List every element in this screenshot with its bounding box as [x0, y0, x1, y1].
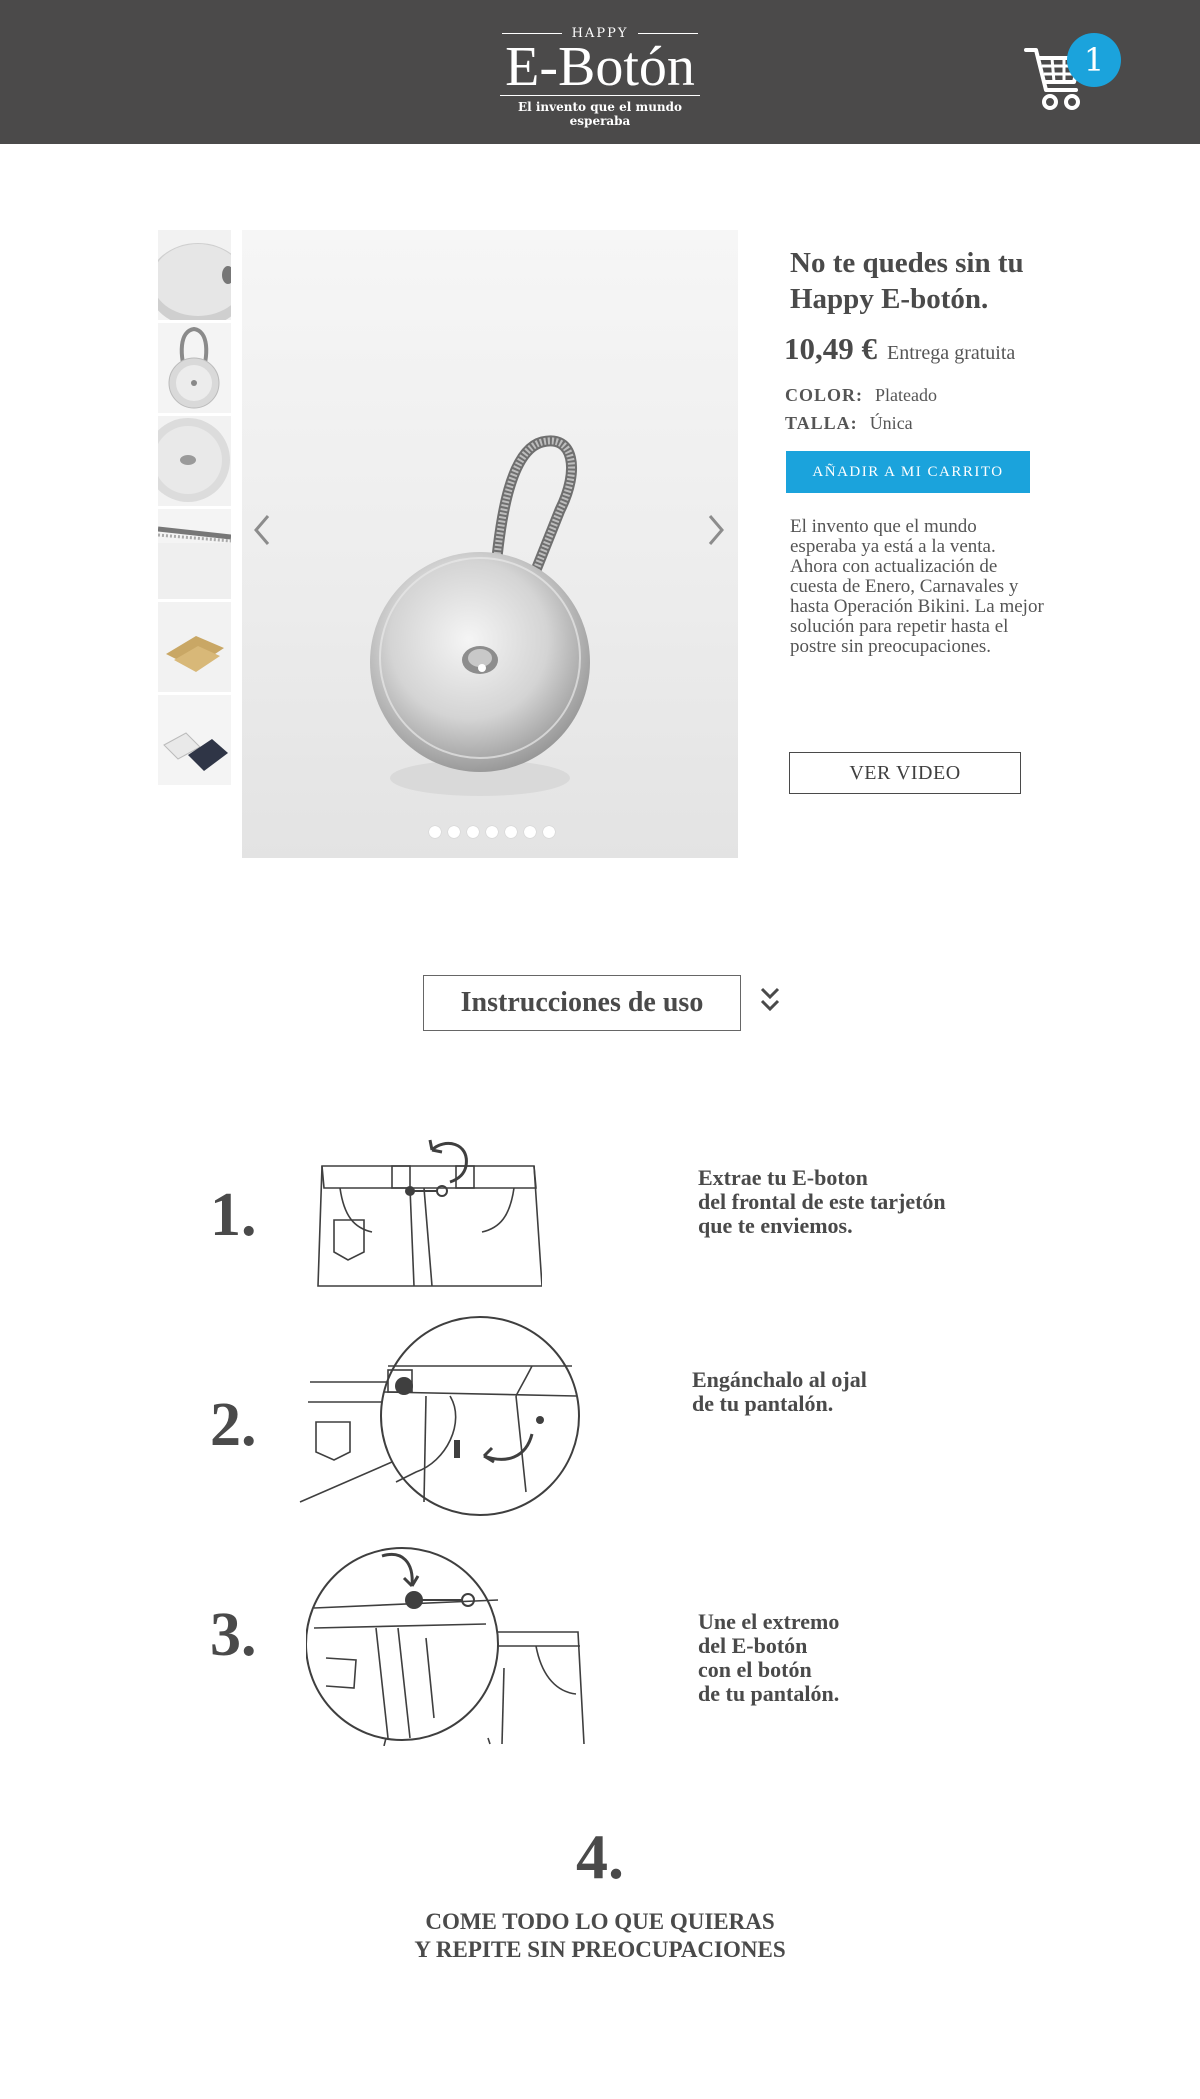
carousel-dot[interactable]	[467, 826, 479, 838]
thumbnail-4[interactable]	[158, 509, 231, 599]
delivery-note: Entrega gratuita	[887, 342, 1016, 364]
jeans-step-1-illustration	[317, 1139, 542, 1287]
product-price: 10,49 €	[784, 331, 877, 366]
size-value: Única	[869, 413, 913, 433]
size-label: TALLA:	[785, 413, 858, 433]
logo-main-text: E-Botón	[505, 36, 695, 98]
carousel-dot[interactable]	[448, 826, 460, 838]
brand-logo[interactable]: HAPPY E-Botón El invento que el mundo es…	[496, 26, 704, 128]
logo-tagline: El invento que el mundo esperaba	[517, 100, 683, 128]
chevron-left-icon[interactable]	[250, 510, 274, 550]
thumbnail-5[interactable]	[158, 602, 231, 692]
instructions-heading[interactable]: Instrucciones de uso	[423, 975, 741, 1031]
thumbnail-2[interactable]	[158, 323, 231, 413]
jeans-step-3-illustration	[306, 1547, 585, 1746]
carousel-dots	[429, 826, 555, 838]
jeans-step-2-illustration	[299, 1316, 580, 1516]
step-1-number: 1.	[210, 1181, 257, 1249]
color-value: Plateado	[875, 385, 937, 405]
carousel-dot[interactable]	[524, 826, 536, 838]
watch-video-button[interactable]: VER VIDEO	[789, 752, 1021, 794]
thumbnail-3[interactable]	[158, 416, 231, 506]
step-2-number: 2.	[210, 1391, 257, 1459]
product-attributes: COLOR: Plateado TALLA: Única	[785, 381, 1060, 437]
thumbnail-6[interactable]	[158, 695, 231, 785]
step-4-number: 4.	[576, 1821, 624, 1892]
cart-count-badge[interactable]: 1	[1067, 33, 1121, 87]
carousel-dot[interactable]	[486, 826, 498, 838]
carousel-dot[interactable]	[505, 826, 517, 838]
product-title: No te quedes sin tu Happy E-botón.	[790, 247, 1024, 315]
thumbnail-1[interactable]	[158, 230, 231, 320]
step-2-text: Engánchalo al ojal de tu pantalón.	[692, 1367, 867, 1416]
product-info: No te quedes sin tu Happy E-botón. 10,49…	[784, 245, 1060, 657]
step-3-number: 3.	[210, 1601, 257, 1669]
chevron-right-icon[interactable]	[704, 510, 728, 550]
step-4-text: COME TODO LO QUE QUIERAS Y REPITE SIN PR…	[414, 1909, 786, 1962]
step-1-text: Extrae tu E-boton del frontal de este ta…	[698, 1165, 946, 1238]
thumbnail-strip	[158, 230, 231, 788]
carousel-dot[interactable]	[543, 826, 555, 838]
e-boton-product-illustration	[370, 435, 590, 796]
main-product-image	[242, 230, 738, 858]
product-description: El invento que el mundo esperaba ya está…	[790, 516, 1044, 657]
double-chevron-down-icon[interactable]	[756, 985, 784, 1015]
color-label: COLOR:	[785, 385, 863, 405]
carousel-dot[interactable]	[429, 826, 441, 838]
add-to-cart-button[interactable]: AÑADIR A MI CARRITO	[786, 451, 1030, 493]
step-3-text: Une el extremo del E-botón con el botón …	[698, 1609, 840, 1706]
site-header: HAPPY E-Botón El invento que el mundo es…	[0, 0, 1200, 144]
